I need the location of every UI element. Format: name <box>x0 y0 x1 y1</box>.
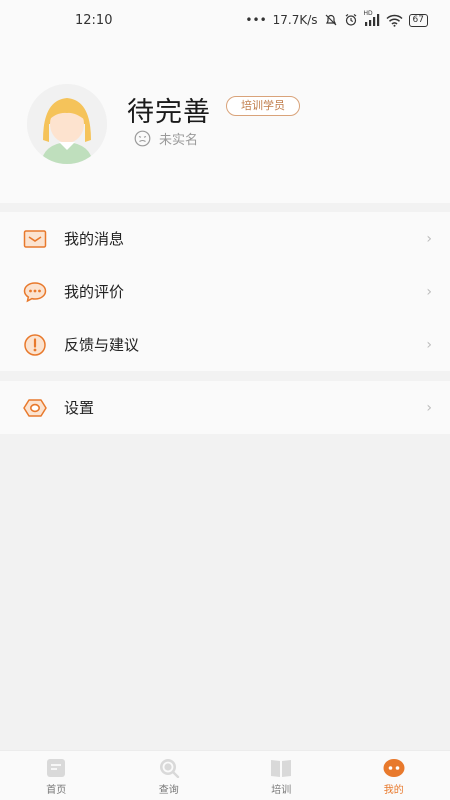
mute-bell-icon <box>325 14 336 26</box>
chevron-right-icon: › <box>426 399 432 416</box>
status-bar: 12:10 ••• 17.7K/s HD 67 <box>0 0 450 40</box>
unverified-face-icon <box>134 130 151 147</box>
training-book-icon <box>271 760 292 777</box>
menu-item-messages[interactable]: 我的消息 › <box>0 212 450 265</box>
nav-tab-search[interactable]: 查询 <box>113 751 226 800</box>
battery-indicator: 67 <box>408 13 428 27</box>
nav-label-training: 培训 <box>271 785 292 796</box>
menu-item-settings[interactable]: 设置 › <box>0 381 450 434</box>
status-time: 12:10 <box>75 12 113 28</box>
menu-label-messages: 我的消息 <box>64 230 125 248</box>
avatar[interactable] <box>27 84 107 164</box>
nav-label-search: 查询 <box>158 785 179 796</box>
profile-face-icon <box>383 759 405 777</box>
nav-tab-profile[interactable]: 我的 <box>338 751 450 800</box>
menu-group-main: 我的消息 › 我的评价 › 反馈与建议 › <box>0 212 450 371</box>
bottom-nav: 首页 查询 培训 我的 <box>0 750 450 800</box>
alarm-icon <box>345 14 356 26</box>
menu-item-feedback[interactable]: 反馈与建议 › <box>0 318 450 371</box>
nav-tab-training[interactable]: 培训 <box>225 751 338 800</box>
menu-label-settings: 设置 <box>64 399 95 417</box>
realname-status[interactable]: 未实名 <box>134 129 198 148</box>
chevron-right-icon: › <box>426 283 432 300</box>
chevron-right-icon: › <box>426 230 432 247</box>
signal-icon <box>364 14 379 26</box>
home-doc-icon <box>47 759 66 777</box>
menu-label-feedback: 反馈与建议 <box>64 336 140 354</box>
alert-circle-icon <box>22 332 48 358</box>
dots-icon: ••• <box>245 13 267 27</box>
role-badge: 培训学员 <box>226 96 300 116</box>
chat-bubble-icon <box>22 279 48 305</box>
menu-label-reviews: 我的评价 <box>64 283 125 301</box>
nav-label-profile: 我的 <box>383 785 404 796</box>
profile-header: 待完善 培训学员 未实名 <box>0 40 450 203</box>
net-speed: 17.7K/s <box>272 13 318 27</box>
nav-tab-home[interactable]: 首页 <box>0 751 113 800</box>
menu-item-reviews[interactable]: 我的评价 › <box>0 265 450 318</box>
wifi-icon <box>386 14 403 27</box>
avatar-girl-icon <box>27 84 107 164</box>
settings-eye-icon <box>22 395 48 421</box>
user-name: 待完善 <box>127 97 211 128</box>
app-screen: 12:10 ••• 17.7K/s HD 67 待完善 培训学员 未实名 我的消… <box>0 0 450 800</box>
realname-label: 未实名 <box>159 133 199 148</box>
menu-group-settings: 设置 › <box>0 381 450 434</box>
chevron-right-icon: › <box>426 336 432 353</box>
search-icon <box>159 759 179 778</box>
nav-label-home: 首页 <box>46 785 67 796</box>
status-icons: ••• 17.7K/s HD 67 <box>245 10 428 27</box>
signal-indicator: HD <box>364 10 380 27</box>
mail-icon <box>22 226 48 252</box>
